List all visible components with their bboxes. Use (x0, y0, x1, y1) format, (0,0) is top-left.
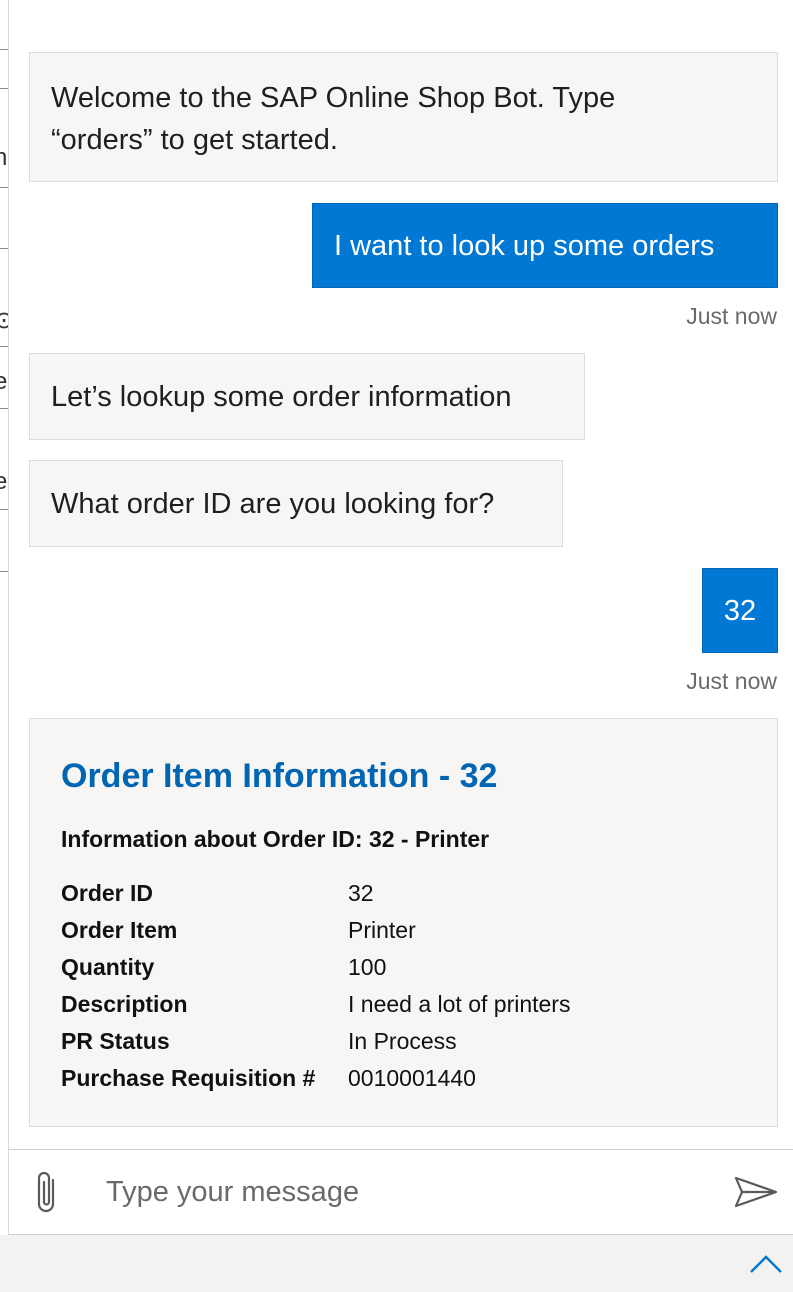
fact-row-description: Description I need a lot of printers (61, 991, 751, 1028)
message-text: Let’s lookup some order information (51, 381, 512, 413)
bot-message: Welcome to the SAP Online Shop Bot. Type… (29, 52, 778, 182)
fact-value: 0010001440 (348, 1065, 476, 1091)
chevron-up-icon[interactable] (749, 1252, 783, 1276)
send-icon[interactable] (732, 1172, 780, 1212)
fact-value: 32 (348, 880, 374, 906)
user-message: I want to look up some orders (312, 203, 778, 288)
card-title: Order Item Information - 32 (61, 757, 498, 795)
fact-value: 100 (348, 954, 387, 980)
fact-value: In Process (348, 1028, 457, 1054)
fact-value: Printer (348, 917, 416, 943)
message-composer (9, 1149, 793, 1235)
fact-key: Purchase Requisition # (61, 1065, 316, 1091)
fact-row-order-id: Order ID 32 (61, 880, 751, 917)
message-timestamp: Just now (686, 303, 777, 329)
fact-key: PR Status (61, 1028, 170, 1054)
fact-row-order-item: Order Item Printer (61, 917, 751, 954)
message-timestamp: Just now (686, 668, 777, 694)
fact-key: Order Item (61, 917, 178, 943)
bot-message: Let’s lookup some order information (29, 353, 585, 440)
background-page-edge: n ⊙ e e (0, 0, 9, 1292)
order-info-card: Order Item Information - 32 Information … (29, 718, 778, 1127)
message-text: I want to look up some orders (334, 230, 715, 262)
bot-message: What order ID are you looking for? (29, 460, 563, 547)
message-text: What order ID are you looking for? (51, 488, 495, 520)
card-subtitle: Information about Order ID: 32 - Printer (61, 826, 490, 852)
user-message: 32 (702, 568, 778, 653)
fact-key: Description (61, 991, 188, 1017)
paperclip-icon[interactable] (31, 1168, 63, 1216)
chat-window: n ⊙ e e Welcome to the SAP Online Shop B… (0, 0, 793, 1292)
fact-row-pr-status: PR Status In Process (61, 1028, 751, 1065)
message-input[interactable] (106, 1166, 706, 1218)
message-text: 32 (723, 595, 757, 627)
message-list[interactable]: Welcome to the SAP Online Shop Bot. Type… (9, 0, 793, 1148)
message-text-line: “orders” to get started. (51, 124, 338, 156)
fact-row-purchase-requisition: Purchase Requisition # 0010001440 (61, 1065, 751, 1102)
bottom-bar (0, 1235, 793, 1292)
message-text-line: Welcome to the SAP Online Shop Bot. Type (51, 82, 616, 114)
fact-row-quantity: Quantity 100 (61, 954, 751, 991)
fact-key: Order ID (61, 880, 154, 906)
fact-key: Quantity (61, 954, 155, 980)
fact-value: I need a lot of printers (348, 991, 571, 1017)
